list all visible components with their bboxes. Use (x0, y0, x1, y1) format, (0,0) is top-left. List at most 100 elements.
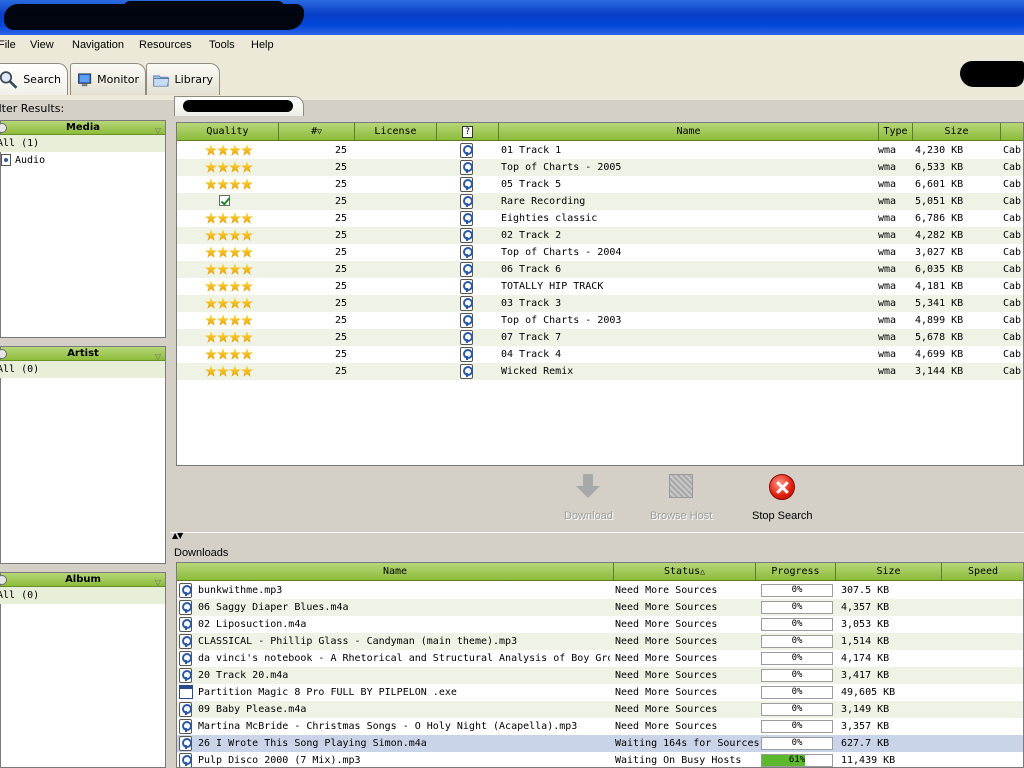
result-name: Top of Charts - 2003 (501, 315, 622, 326)
tab-monitor[interactable]: Monitor (70, 63, 146, 95)
license-info-icon[interactable] (460, 330, 473, 345)
license-info-icon[interactable] (460, 364, 473, 379)
download-row[interactable]: 09 Baby Please.m4a Need More Sources 0% 3,1… (177, 701, 1023, 718)
license-info-icon[interactable] (460, 279, 473, 294)
panel-splitter[interactable]: ▲▼ (170, 531, 1024, 540)
result-row[interactable]: 25 05 Track 5 wma 6,601 KB Cab (177, 176, 1023, 193)
column-size[interactable]: Size (913, 123, 1001, 141)
downloads-label: Downloads (174, 547, 229, 559)
download-row[interactable]: 26 I Wrote This Song Playing Simon.m4a Wa… (177, 735, 1023, 752)
star-icon (229, 229, 241, 241)
stop-search-button-label: Stop Search (752, 510, 813, 522)
audio-file-icon (179, 617, 192, 632)
star-icon (205, 246, 217, 258)
result-size: 3,144 KB (915, 366, 964, 377)
download-row[interactable]: Martina McBride - Christmas Songs - O Ho… (177, 718, 1023, 735)
result-row[interactable]: 25 02 Track 2 wma 4,282 KB Cab (177, 227, 1023, 244)
column-extra[interactable] (1001, 123, 1023, 141)
album-filter-header[interactable]: Album ▽ (0, 573, 165, 587)
license-info-icon[interactable] (460, 245, 473, 260)
album-filter-all-label: All (0) (0, 590, 40, 601)
dl-column-size[interactable]: Size (836, 563, 942, 581)
download-row[interactable]: 20 Track 20.m4a Need More Sources 0% 3,417 … (177, 667, 1023, 684)
download-row[interactable]: da vinci's notebook - A Rhetorical and S… (177, 650, 1023, 667)
download-row[interactable]: Partition Magic 8 Pro FULL BY PILPELON .… (177, 684, 1023, 701)
menu-file[interactable]: File (0, 39, 16, 51)
dl-column-speed[interactable]: Speed (942, 563, 1023, 581)
tab-library[interactable]: Library (146, 63, 220, 95)
dl-column-name[interactable]: Name (177, 563, 614, 581)
result-size: 6,601 KB (915, 179, 964, 190)
download-row[interactable]: CLASSICAL - Phillip Glass - Candyman (ma… (177, 633, 1023, 650)
license-info-icon[interactable] (460, 143, 473, 158)
dl-column-status[interactable]: Status△ (614, 563, 756, 581)
download-row[interactable]: Pulp Disco 2000 (7 Mix).mp3 Waiting On Bu… (177, 752, 1023, 767)
menu-tools[interactable]: Tools (209, 39, 235, 51)
result-row[interactable]: 25 TOTALLY HIP TRACK wma 4,181 KB Cab (177, 278, 1023, 295)
license-info-icon[interactable] (460, 347, 473, 362)
license-info-icon[interactable] (460, 160, 473, 175)
column-count[interactable]: #▽ (279, 123, 355, 141)
download-size: 3,417 KB (841, 670, 890, 681)
license-info-icon[interactable] (460, 177, 473, 192)
result-size: 6,786 KB (915, 213, 964, 224)
collapse-circle-icon[interactable] (0, 575, 7, 585)
license-info-icon[interactable] (460, 313, 473, 328)
column-quality[interactable]: Quality (177, 123, 279, 141)
column-license[interactable]: License (355, 123, 437, 141)
search-results-tab[interactable] (174, 96, 304, 116)
download-name: Martina McBride - Christmas Songs - O Ho… (198, 721, 578, 732)
media-filter-audio[interactable]: Audio (1, 152, 165, 169)
license-info-icon[interactable] (460, 194, 473, 209)
download-size: 3,149 KB (841, 704, 890, 715)
media-filter-all[interactable]: All (1) (0, 135, 165, 152)
download-progress-bar: 0% (761, 652, 833, 665)
tab-search[interactable]: Search (0, 63, 68, 95)
artist-filter-header[interactable]: Artist ▽ (0, 347, 165, 361)
download-button[interactable]: Download (564, 474, 613, 522)
download-status: Waiting On Busy Hosts (615, 755, 742, 766)
stop-search-button[interactable]: Stop Search (752, 474, 813, 522)
column-name[interactable]: Name (499, 123, 879, 141)
download-row[interactable]: 06 Saggy Diaper Blues.m4a Need More Sourc… (177, 599, 1023, 616)
star-icon (205, 178, 217, 190)
menu-view[interactable]: View (30, 39, 54, 51)
browse-host-button[interactable]: Browse Host (650, 474, 712, 522)
result-row[interactable]: 25 Top of Charts - 2004 wma 3,027 KB Cab (177, 244, 1023, 261)
result-extra: Cab (1003, 213, 1022, 224)
result-row[interactable]: 25 06 Track 6 wma 6,035 KB Cab (177, 261, 1023, 278)
column-info[interactable]: ? (437, 123, 499, 141)
license-info-icon[interactable] (460, 228, 473, 243)
result-row[interactable]: 25 04 Track 4 wma 4,699 KB Cab (177, 346, 1023, 363)
result-count: 25 (335, 366, 348, 377)
download-row[interactable]: bunkwithme.mp3 Need More Sources 0% 307.5 K… (177, 582, 1023, 599)
menu-navigation[interactable]: Navigation (72, 39, 124, 51)
menu-help[interactable]: Help (251, 39, 274, 51)
download-progress-bar: 0% (761, 737, 833, 750)
menu-resources[interactable]: Resources (139, 39, 192, 51)
result-row[interactable]: 25 07 Track 7 wma 5,678 KB Cab (177, 329, 1023, 346)
splitter-arrows-icon[interactable]: ▲▼ (172, 531, 183, 540)
license-info-icon[interactable] (460, 211, 473, 226)
media-filter-header[interactable]: Media ▽ (0, 121, 165, 135)
collapse-circle-icon[interactable] (0, 123, 7, 133)
result-row[interactable]: 25 Rare Recording wma 5,051 KB Cab (177, 193, 1023, 210)
result-row[interactable]: 25 Top of Charts - 2005 wma 6,533 KB Cab (177, 159, 1023, 176)
collapse-circle-icon[interactable] (0, 349, 7, 359)
license-info-icon[interactable] (460, 262, 473, 277)
download-row[interactable]: 02 Liposuction.m4a Need More Sources 0% 3,0… (177, 616, 1023, 633)
result-row[interactable]: 25 Top of Charts - 2003 wma 4,899 KB Cab (177, 312, 1023, 329)
dl-column-progress[interactable]: Progress (756, 563, 836, 581)
result-count: 25 (335, 196, 348, 207)
result-row[interactable]: 25 Eighties classic wma 6,786 KB Cab (177, 210, 1023, 227)
license-info-icon[interactable] (460, 296, 473, 311)
result-row[interactable]: 25 Wicked Remix wma 3,144 KB Cab (177, 363, 1023, 380)
result-row[interactable]: 25 01 Track 1 wma 4,230 KB Cab (177, 142, 1023, 159)
album-filter-all[interactable]: All (0) (0, 587, 165, 604)
artist-filter-all[interactable]: All (0) (0, 361, 165, 378)
result-row[interactable]: 25 03 Track 3 wma 5,341 KB Cab (177, 295, 1023, 312)
star-icon (229, 280, 241, 292)
download-status: Need More Sources (615, 704, 718, 715)
quality-stars (205, 212, 253, 224)
column-type[interactable]: Type (879, 123, 913, 141)
